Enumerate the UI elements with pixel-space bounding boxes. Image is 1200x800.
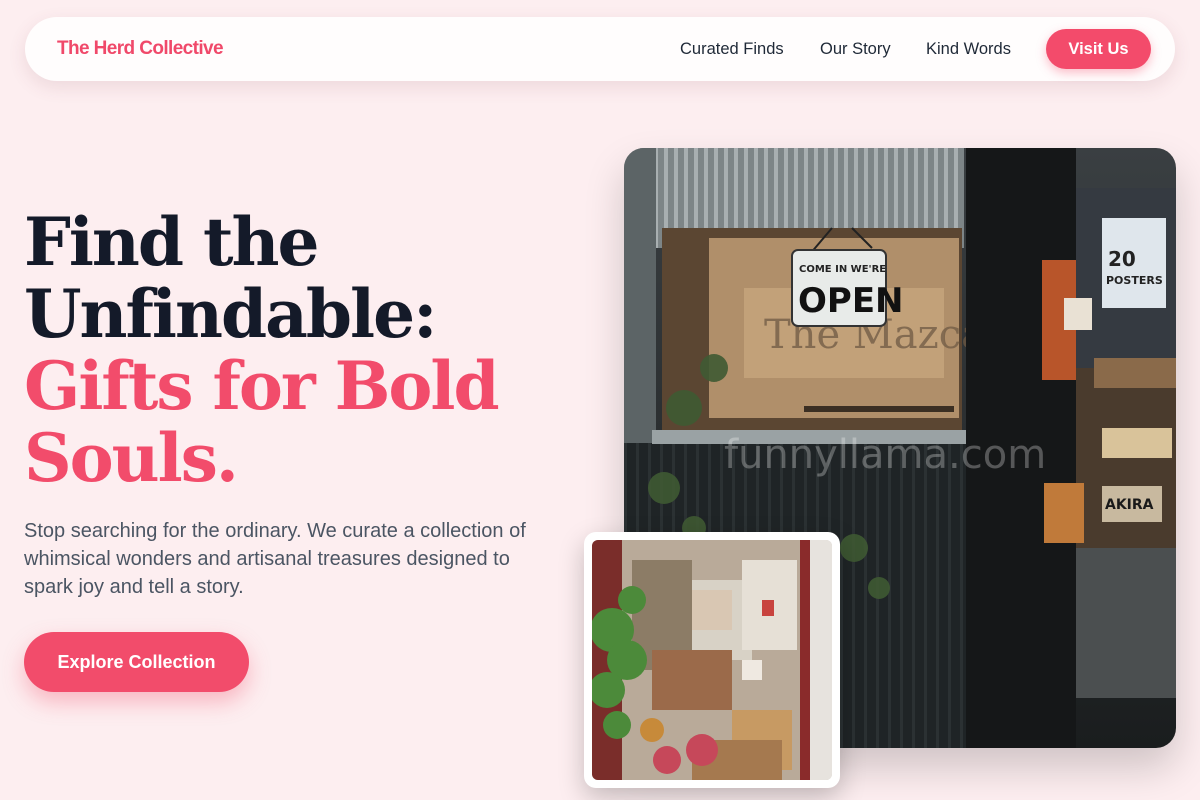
visit-us-button[interactable]: Visit Us bbox=[1046, 29, 1151, 69]
hero-headline: Find the Unfindable: Gifts for Bold Soul… bbox=[24, 206, 584, 494]
explore-collection-button[interactable]: Explore Collection bbox=[24, 632, 249, 692]
open-sign-top: COME IN WE'RE bbox=[799, 264, 886, 275]
brand-logo[interactable]: The Herd Collective bbox=[57, 17, 224, 81]
headline-accent-line-2: Souls. bbox=[24, 419, 239, 497]
open-sign-bottom: OPEN bbox=[798, 281, 904, 321]
headline-accent-line-1: Gifts for Bold bbox=[24, 347, 500, 425]
poster-number: 20 bbox=[1108, 247, 1136, 271]
shop-window-photo bbox=[584, 532, 840, 788]
nav-link-our-story[interactable]: Our Story bbox=[820, 17, 891, 81]
top-navbar: The Herd Collective Curated Finds Our St… bbox=[25, 17, 1175, 81]
headline-line-1: Find the bbox=[24, 203, 320, 281]
poster: 20 POSTERS bbox=[1102, 218, 1166, 308]
akira-book: AKIRA bbox=[1102, 486, 1162, 522]
akira-label: AKIRA bbox=[1105, 497, 1154, 513]
poster-title: POSTERS bbox=[1106, 274, 1163, 287]
nav-link-kind-words[interactable]: Kind Words bbox=[926, 17, 1011, 81]
hero-subtitle: Stop searching for the ordinary. We cura… bbox=[24, 520, 526, 598]
shop-window-photo-image bbox=[592, 540, 832, 780]
watermark: funnyllama.com bbox=[724, 432, 1046, 478]
nav-link-curated-finds[interactable]: Curated Finds bbox=[680, 17, 784, 81]
headline-line-2: Unfindable: bbox=[24, 275, 437, 353]
